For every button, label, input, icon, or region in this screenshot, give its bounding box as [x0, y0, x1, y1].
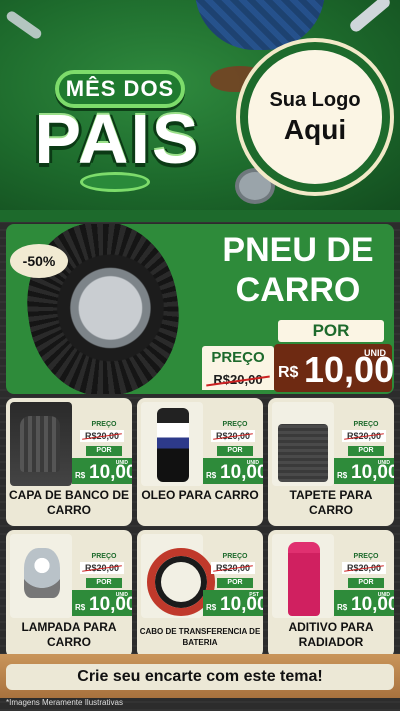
product-card[interactable]: PREÇO R$20,00 POR UNID R$ 10,00 LAMPADA … — [6, 530, 132, 658]
por-label: POR — [217, 578, 253, 588]
currency-symbol: R$ — [337, 471, 348, 480]
logo-text-line2: Aqui — [283, 113, 347, 145]
new-price-value: 10,00 — [220, 594, 263, 615]
price-block: PREÇO R$20,00 POR UNID R$ 10,00 — [203, 420, 263, 486]
price-block: PREÇO R$20,00 POR PST R$ 10,00 — [203, 552, 263, 618]
old-price: R$20,00 — [211, 430, 255, 442]
por-label: POR — [348, 578, 384, 588]
price-block: PREÇO R$20,00 POR UNID R$ 10,00 — [334, 420, 394, 486]
cta-banner[interactable]: Crie seu encarte com este tema! — [6, 664, 394, 690]
floor-mat-image — [272, 402, 334, 486]
new-price-value: 10,00 — [351, 594, 394, 615]
preco-label: PREÇO — [202, 346, 274, 370]
mustache-icon — [80, 172, 150, 192]
wrench-icon — [347, 0, 393, 35]
product-name: CAPA DE BANCO DE CARRO — [8, 488, 129, 517]
por-label: POR — [348, 446, 384, 456]
price-block: PREÇO R$20,00 POR UNID R$ 10,00 — [72, 552, 132, 618]
product-card[interactable]: PREÇO R$20,00 POR UNID R$ 10,00 CAPA DE … — [6, 398, 132, 526]
currency-symbol: R$ — [75, 603, 86, 612]
product-name: CABO DE TRANSFERENCIA DE BATERIA — [139, 627, 261, 647]
old-price: R$20,00 — [80, 430, 124, 442]
currency-symbol: R$ — [206, 603, 217, 612]
featured-product-title: PNEU DE CARRO — [222, 231, 374, 309]
preco-label: PREÇO — [91, 553, 117, 560]
new-price-tag: UNID R$ 10,00 — [334, 590, 394, 616]
headlight-bulb-image — [10, 534, 72, 618]
por-label: POR — [86, 578, 122, 588]
new-price-tag: PST R$ 10,00 — [203, 590, 263, 616]
price-block: PREÇO R$20,00 POR UNID R$ 10,00 — [334, 552, 394, 618]
product-name: TAPETE PARA CARRO — [289, 488, 373, 517]
new-price-value: 10,00 — [220, 462, 263, 483]
product-name: OLEO PARA CARRO — [141, 488, 259, 502]
preco-label: PREÇO — [222, 421, 248, 428]
new-price-value: 10,00 — [304, 349, 394, 390]
disclaimer-text: *Imagens Meramente Ilustrativas — [6, 698, 123, 707]
new-price-tag: UNID R$ 10,00 — [72, 458, 132, 484]
preco-label: PREÇO — [353, 553, 379, 560]
discount-badge: -50% — [10, 244, 68, 278]
old-price: R$20,00 — [211, 562, 255, 574]
old-price: R$20,00 — [342, 562, 386, 574]
old-price: R$20,00 — [80, 562, 124, 574]
old-price: R$20,00 — [202, 370, 274, 390]
divider — [0, 210, 400, 222]
title-badge: MÊS DOS PAIS — [10, 44, 225, 194]
preco-label: PREÇO — [222, 553, 248, 560]
logo-placeholder[interactable]: Sua Logo Aqui — [240, 42, 390, 192]
product-card[interactable]: PREÇO R$20,00 POR UNID R$ 10,00 OLEO PAR… — [137, 398, 263, 526]
price-block: PREÇO R$20,00 POR UNID R$ 10,00 — [72, 420, 132, 486]
product-name: ADITIVO PARA RADIADOR — [288, 620, 374, 649]
jumper-cable-image — [141, 534, 215, 618]
radiator-fluid-image — [272, 534, 334, 618]
currency-symbol: R$ — [278, 364, 299, 381]
product-card[interactable]: PREÇO R$20,00 POR UNID R$ 10,00 TAPETE P… — [268, 398, 394, 526]
currency-symbol: R$ — [337, 603, 348, 612]
preco-label: PREÇO — [91, 421, 117, 428]
oil-bottle-image — [141, 402, 203, 486]
por-label: POR — [86, 446, 122, 456]
header-banner: MÊS DOS PAIS Sua Logo Aqui — [0, 0, 400, 210]
flyer-page: MÊS DOS PAIS Sua Logo Aqui -50% PNEU DE … — [0, 0, 400, 711]
new-price-tag: UNID R$ 10,00 — [203, 458, 263, 484]
title-badge-main: PAIS — [34, 100, 201, 178]
currency-symbol: R$ — [75, 471, 86, 480]
product-name: LAMPADA PARA CARRO — [21, 620, 117, 649]
product-card[interactable]: PREÇO R$20,00 POR PST R$ 10,00 CABO DE T… — [137, 530, 263, 658]
por-label: POR — [217, 446, 253, 456]
new-price-tag: UNID R$ 10,00 — [72, 590, 132, 616]
new-price-value: 10,00 — [351, 462, 394, 483]
new-price-value: 10,00 — [89, 594, 132, 615]
logo-text-line1: Sua Logo — [269, 88, 361, 111]
old-price: R$20,00 — [342, 430, 386, 442]
new-price-value: 10,00 — [89, 462, 132, 483]
featured-offer-card[interactable]: -50% PNEU DE CARRO POR PREÇO R$20,00 UNI… — [6, 224, 394, 394]
por-label: POR — [278, 320, 384, 342]
preco-label: PREÇO — [353, 421, 379, 428]
new-price-tag: UNID R$ 10,00 — [334, 458, 394, 484]
product-card[interactable]: PREÇO R$20,00 POR UNID R$ 10,00 ADITIVO … — [268, 530, 394, 658]
currency-symbol: R$ — [206, 471, 217, 480]
new-price-tag: UNID R$ 10,00 — [274, 344, 394, 392]
wrench-icon — [4, 9, 44, 41]
seat-cover-image — [10, 402, 72, 486]
